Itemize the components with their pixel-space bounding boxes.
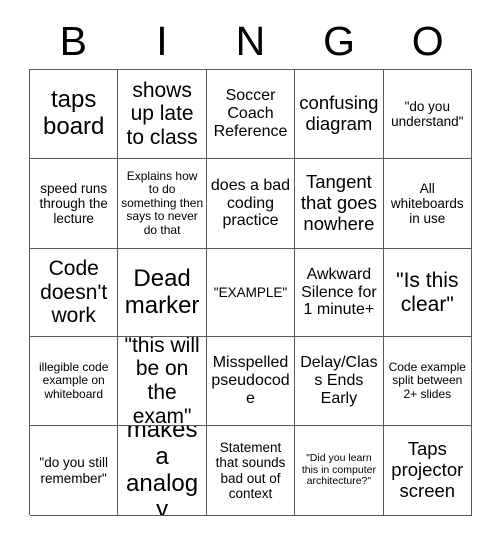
bingo-cell-label: illegible code example on whiteboard	[39, 359, 109, 401]
bingo-cell-r5c4[interactable]: "Did you learn this in computer architec…	[295, 426, 384, 516]
bingo-cell-r3c4[interactable]: Awkward Silence for 1 minute+	[295, 249, 384, 337]
bingo-cell-r4c3[interactable]: Misspelled pseudocode	[206, 337, 296, 426]
bingo-cell-label: Misspelled pseudocode	[211, 354, 290, 407]
bingo-cell-label: does a bad coding practice	[210, 176, 291, 230]
bingo-cell-r4c4[interactable]: Delay/Class Ends Early	[295, 337, 384, 426]
bingo-cell-label: confusing diagram	[299, 92, 379, 134]
bingo-cell-label: "Did you learn this in computer architec…	[301, 451, 376, 488]
bingo-cell-r3c1[interactable]: Code doesn't work	[30, 249, 119, 337]
bingo-cell-label: Code example split between 2+ slides	[388, 359, 466, 401]
bingo-cell-r3c5[interactable]: "Is this clear"	[383, 249, 472, 337]
bingo-cell-label: "EXAMPLE"	[213, 284, 288, 300]
bingo-cell-r2c2[interactable]: Explains how to do something then says t…	[118, 159, 207, 249]
bingo-cell-r2c4[interactable]: Tangent that goes nowhere	[295, 159, 384, 249]
bingo-cell-label: Taps projector screen	[391, 438, 464, 501]
bingo-cell-r1c2[interactable]: shows up late to class	[118, 70, 207, 159]
bingo-cell-label: "Is this clear"	[396, 268, 459, 316]
bingo-cell-r5c2[interactable]: makes a analogy	[118, 426, 207, 516]
header-letter-i: I	[156, 17, 168, 64]
bingo-cell-r5c1[interactable]: "do you still remember"	[30, 426, 119, 516]
bingo-cell-label: All whiteboards in use	[390, 180, 464, 227]
bingo-cell-label: Soccer Coach Reference	[213, 87, 288, 140]
bingo-cell-r2c5[interactable]: All whiteboards in use	[383, 159, 472, 249]
bingo-cell-label: Awkward Silence for 1 minute+	[301, 265, 377, 319]
bingo-cell-r3c2[interactable]: Dead marker	[118, 249, 207, 337]
bingo-cell-label: Explains how to do something then says t…	[121, 168, 204, 237]
bingo-cell-r4c2[interactable]: "this will be on the exam"	[118, 337, 207, 426]
bingo-header: B I N G O	[29, 16, 472, 66]
bingo-cell-label: Code doesn't work	[40, 257, 108, 328]
bingo-cell-label: makes a analogy	[126, 426, 199, 516]
bingo-cell-r4c1[interactable]: illegible code example on whiteboard	[30, 337, 119, 426]
header-letter-o: O	[411, 17, 444, 64]
bingo-cell-label: Statement that sounds bad out of context	[215, 440, 286, 501]
bingo-cell-label: Delay/Class Ends Early	[300, 354, 378, 407]
bingo-cell-label: "this will be on the exam"	[124, 337, 200, 426]
bingo-cell-r1c4[interactable]: confusing diagram	[295, 70, 384, 159]
bingo-cell-label: "do you understand"	[391, 98, 464, 129]
bingo-cell-r5c5[interactable]: Taps projector screen	[383, 426, 472, 516]
bingo-cell-r1c5[interactable]: "do you understand"	[383, 70, 472, 159]
bingo-cell-r5c3[interactable]: Statement that sounds bad out of context	[206, 426, 296, 516]
bingo-cell-label: taps board	[43, 86, 105, 140]
bingo-cell-r3c3[interactable]: "EXAMPLE"	[206, 249, 296, 337]
bingo-cell-label: Tangent that goes nowhere	[300, 171, 377, 234]
bingo-cell-r1c3[interactable]: Soccer Coach Reference	[206, 70, 296, 159]
header-letter-b: B	[59, 17, 87, 64]
bingo-cell-label: "do you still remember"	[39, 455, 108, 486]
bingo-cell-r1c1[interactable]: taps board	[30, 70, 119, 159]
bingo-cell-r4c5[interactable]: Code example split between 2+ slides	[383, 337, 472, 426]
bingo-cell-r2c1[interactable]: speed runs through the lecture	[30, 159, 119, 249]
bingo-cell-label: speed runs through the lecture	[39, 180, 108, 227]
bingo-grid: taps board shows up late to class Soccer…	[29, 69, 472, 516]
bingo-cell-r2c3[interactable]: does a bad coding practice	[206, 159, 296, 249]
bingo-cell-label: shows up late to class	[126, 78, 198, 149]
bingo-cell-label: Dead marker	[124, 264, 200, 319]
bingo-card: B I N G O taps board shows up late to cl…	[0, 0, 500, 544]
header-letter-g: G	[323, 17, 356, 64]
header-letter-n: N	[235, 17, 266, 64]
